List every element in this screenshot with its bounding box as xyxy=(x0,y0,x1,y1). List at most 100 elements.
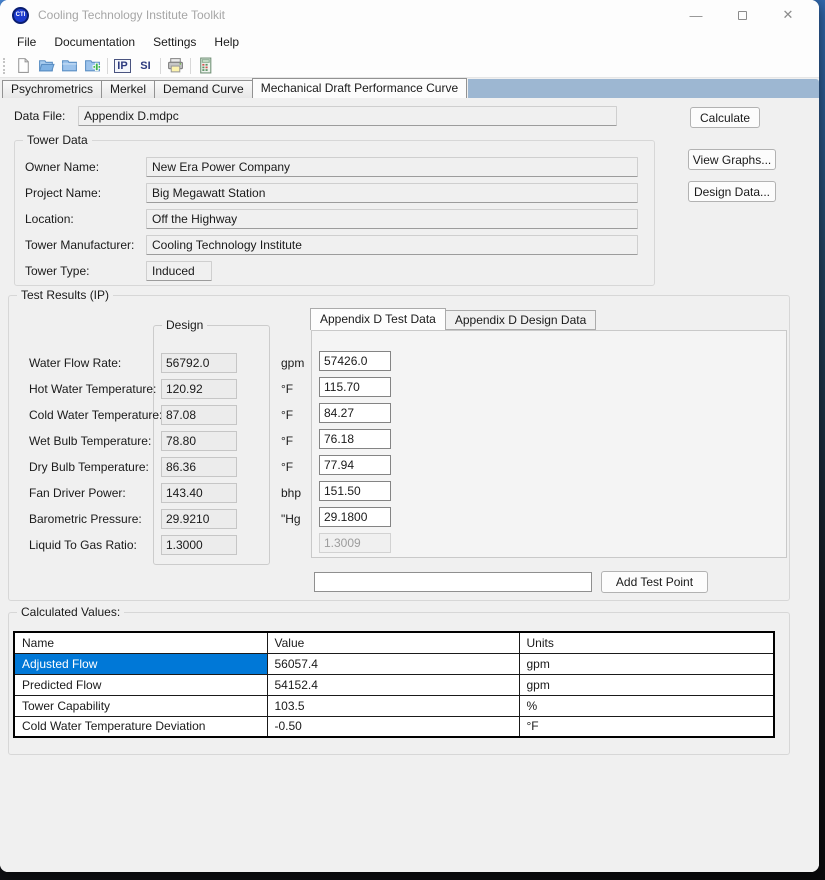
test-value-field[interactable]: 84.27 xyxy=(319,403,391,423)
toolbar-separator xyxy=(160,58,161,74)
tower-field-value[interactable]: Off the Highway xyxy=(146,209,638,229)
new-document-icon xyxy=(15,57,32,74)
unit-label: °F xyxy=(281,405,293,425)
design-value-field[interactable]: 120.92 xyxy=(161,379,237,399)
add-test-point-button[interactable]: Add Test Point xyxy=(601,571,708,593)
tower-field-label: Project Name: xyxy=(25,183,101,203)
tab-psychrometrics[interactable]: Psychrometrics xyxy=(2,80,102,98)
cell-value[interactable]: 54152.4 xyxy=(267,674,519,695)
folder-plus-icon xyxy=(84,57,101,74)
tower-field-label: Owner Name: xyxy=(25,157,99,177)
si-units-button[interactable]: SI xyxy=(134,55,157,76)
tower-field-value[interactable]: Big Megawatt Station xyxy=(146,183,638,203)
design-data-button[interactable]: Design Data... xyxy=(688,181,776,202)
cell-name[interactable]: Adjusted Flow xyxy=(14,653,267,674)
app-icon: CTI xyxy=(12,7,29,24)
test-value-field[interactable]: 77.94 xyxy=(319,455,391,475)
test-row-label: Wet Bulb Temperature: xyxy=(29,431,151,451)
test-value-field[interactable]: 57426.0 xyxy=(319,351,391,371)
table-row[interactable]: Tower Capability103.5% xyxy=(14,695,774,716)
calculator-icon xyxy=(197,57,214,74)
tab-mechanical-draft-performance-curve[interactable]: Mechanical Draft Performance Curve xyxy=(252,78,467,98)
data-file-field[interactable]: Appendix D.mdpc xyxy=(78,106,617,126)
calculate-button[interactable]: Calculate xyxy=(690,107,760,128)
menu-item-help[interactable]: Help xyxy=(205,32,248,52)
main-tab-strip: PsychrometricsMerkelDemand CurveMechanic… xyxy=(0,78,819,98)
open-file-button[interactable] xyxy=(35,55,58,76)
tab-merkel[interactable]: Merkel xyxy=(101,80,155,98)
open-folder-icon xyxy=(38,57,55,74)
design-value-field[interactable]: 143.40 xyxy=(161,483,237,503)
tower-data-groupbox: Tower Data Owner Name:New Era Power Comp… xyxy=(14,140,655,286)
print-button[interactable] xyxy=(164,55,187,76)
calculated-values-groupbox: Calculated Values: NameValueUnits Adjust… xyxy=(8,612,790,755)
test-row-label: Hot Water Temperature: xyxy=(29,379,156,399)
menu-item-file[interactable]: File xyxy=(8,32,45,52)
unit-label: gpm xyxy=(281,353,304,373)
tower-field-label: Tower Type: xyxy=(25,261,89,281)
menu-item-documentation[interactable]: Documentation xyxy=(45,32,144,52)
ip-units-label: IP xyxy=(114,59,130,73)
toolbar-grip[interactable] xyxy=(3,58,8,74)
tab-demand-curve[interactable]: Demand Curve xyxy=(154,80,253,98)
tower-field-label: Location: xyxy=(25,209,74,229)
calculated-values-title: Calculated Values: xyxy=(17,605,124,619)
design-value-field[interactable]: 87.08 xyxy=(161,405,237,425)
test-row-label: Water Flow Rate: xyxy=(29,353,121,373)
menu-bar: FileDocumentationSettingsHelp xyxy=(0,30,819,54)
close-button[interactable]: ✕ xyxy=(765,0,811,30)
tower-field-label: Tower Manufacturer: xyxy=(25,235,134,255)
cell-value[interactable]: 103.5 xyxy=(267,695,519,716)
table-header-row: NameValueUnits xyxy=(14,632,774,653)
title-bar: CTI Cooling Technology Institute Toolkit… xyxy=(0,0,819,30)
desktop: { "window": { "title": "Cooling Technolo… xyxy=(0,0,825,880)
test-value-field[interactable]: 76.18 xyxy=(319,429,391,449)
appendix-tab-0[interactable]: Appendix D Test Data xyxy=(310,308,446,330)
table-col-header: Value xyxy=(267,632,519,653)
cell-value[interactable]: -0.50 xyxy=(267,716,519,737)
add-test-point-input[interactable] xyxy=(314,572,592,592)
table-row[interactable]: Predicted Flow54152.4gpm xyxy=(14,674,774,695)
new-file-button[interactable] xyxy=(12,55,35,76)
cell-name[interactable]: Tower Capability xyxy=(14,695,267,716)
test-row-label: Liquid To Gas Ratio: xyxy=(29,535,137,555)
design-value-field[interactable]: 1.3000 xyxy=(161,535,237,555)
test-results-groupbox: Test Results (IP) Design Appendix D Test… xyxy=(8,295,790,601)
table-row[interactable]: Cold Water Temperature Deviation-0.50°F xyxy=(14,716,774,737)
test-row-label: Barometric Pressure: xyxy=(29,509,142,529)
ip-units-button[interactable]: IP xyxy=(111,55,134,76)
test-value-field[interactable]: 151.50 xyxy=(319,481,391,501)
printer-icon xyxy=(167,57,184,74)
menu-item-settings[interactable]: Settings xyxy=(144,32,205,52)
cell-units[interactable]: gpm xyxy=(519,653,774,674)
maximize-button[interactable] xyxy=(719,0,765,30)
table-row[interactable]: Adjusted Flow56057.4gpm xyxy=(14,653,774,674)
cell-units[interactable]: gpm xyxy=(519,674,774,695)
minimize-button[interactable]: — xyxy=(673,0,719,30)
cell-name[interactable]: Predicted Flow xyxy=(14,674,267,695)
data-file-label: Data File: xyxy=(14,106,65,126)
cell-name[interactable]: Cold Water Temperature Deviation xyxy=(14,716,267,737)
test-value-field[interactable]: 115.70 xyxy=(319,377,391,397)
design-value-field[interactable]: 29.9210 xyxy=(161,509,237,529)
design-value-field[interactable]: 86.36 xyxy=(161,457,237,477)
calculator-button[interactable] xyxy=(194,55,217,76)
cell-value[interactable]: 56057.4 xyxy=(267,653,519,674)
toolbar: IP SI xyxy=(0,54,819,78)
design-value-field[interactable]: 78.80 xyxy=(161,431,237,451)
test-row-label: Cold Water Temperature: xyxy=(29,405,162,425)
toolbar-separator xyxy=(107,58,108,74)
unit-label: °F xyxy=(281,431,293,451)
test-results-title: Test Results (IP) xyxy=(17,288,113,302)
view-graphs-button[interactable]: View Graphs... xyxy=(688,149,776,170)
save-file-button[interactable] xyxy=(58,55,81,76)
tower-field-value[interactable]: Cooling Technology Institute xyxy=(146,235,638,255)
cell-units[interactable]: % xyxy=(519,695,774,716)
tower-field-value[interactable]: New Era Power Company xyxy=(146,157,638,177)
test-value-field[interactable]: 29.1800 xyxy=(319,507,391,527)
appendix-tab-1[interactable]: Appendix D Design Data xyxy=(445,310,596,330)
add-file-button[interactable] xyxy=(81,55,104,76)
cell-units[interactable]: °F xyxy=(519,716,774,737)
tower-field-value[interactable]: Induced xyxy=(146,261,212,281)
design-value-field[interactable]: 56792.0 xyxy=(161,353,237,373)
